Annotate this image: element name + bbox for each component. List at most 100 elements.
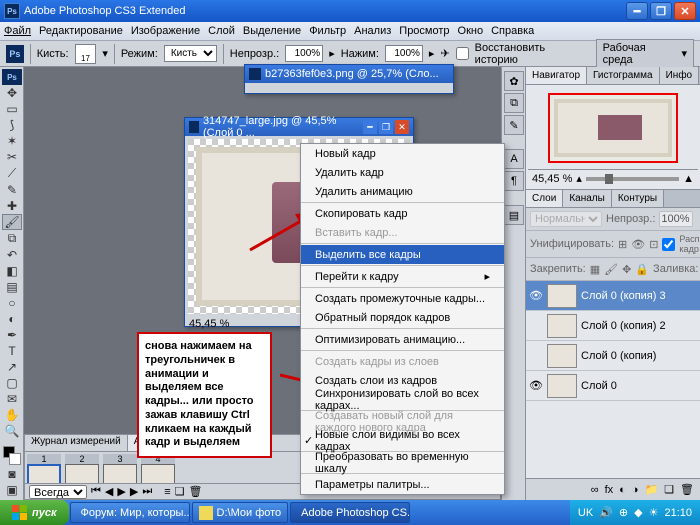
menu-help[interactable]: Справка [491,25,534,37]
pen-tool[interactable]: ✒ [2,327,22,343]
opacity-input[interactable] [285,45,323,62]
ctx-item[interactable]: Синхронизировать слой во всех кадрах... [301,390,504,409]
layer-style-icon[interactable]: fx [605,484,614,496]
clone-source-icon[interactable]: ⧉ [504,93,524,113]
zoom-tool[interactable]: 🔍 [2,423,22,439]
eyedropper-tool[interactable]: ✎ [2,182,22,198]
menu-file[interactable]: Файл [4,25,31,37]
brush-preview[interactable]: 17 [75,44,97,64]
crop-tool[interactable]: ✂ [2,149,22,165]
doc-maximize-icon[interactable]: ❐ [379,120,393,134]
new-layer-icon[interactable]: ❏ [664,483,674,496]
path-tool[interactable]: ↗ [2,359,22,375]
ctx-item[interactable]: Скопировать кадр [301,204,504,223]
tray-icon[interactable]: ⊕ [619,506,628,519]
next-frame-icon[interactable]: ▶ [130,485,138,498]
layer-comps-icon[interactable]: ▤ [504,205,524,225]
doc-close-icon[interactable]: ✕ [395,120,409,134]
lock-all-icon[interactable]: 🔒 [635,263,649,276]
menu-analysis[interactable]: Анализ [354,25,391,37]
start-button[interactable]: пуск [0,500,69,525]
layer-row[interactable]: 👁Слой 0 [526,371,700,401]
lock-paint-icon[interactable]: 🖌 [604,263,618,276]
type-tool[interactable]: T [2,343,22,359]
propagate-checkbox[interactable] [662,238,675,251]
ctx-item[interactable]: Параметры палитры... [301,475,504,494]
tab-paths[interactable]: Контуры [612,190,664,207]
stamp-tool[interactable]: ⧉ [2,230,22,247]
ctx-item[interactable]: ✓Новые слои видимы во всех кадрах [301,431,504,450]
gradient-tool[interactable]: ▤ [2,279,22,295]
document-window-1[interactable]: b27363fef0e3.png @ 25,7% (Сло... [244,64,454,94]
move-tool[interactable]: ✥ [2,85,22,101]
menu-filter[interactable]: Фильтр [309,25,346,37]
taskbar-button[interactable]: Adobe Photoshop CS... [290,502,410,523]
dodge-tool[interactable]: ◐ [2,311,22,327]
tab-info[interactable]: Инфо [660,67,700,84]
play-icon[interactable]: ▶ [117,485,125,498]
last-frame-icon[interactable]: ⏭ [142,485,152,498]
visibility-icon[interactable]: 👁 [529,379,543,392]
animation-frame[interactable]: 10 сек. ▾ [27,454,61,483]
wand-tool[interactable]: ✶ [2,133,22,149]
tab-navigator[interactable]: Навигатор [526,67,587,84]
brush-tool[interactable]: 🖌 [2,214,22,230]
restore-history-checkbox[interactable] [456,45,469,62]
blur-tool[interactable]: ○ [2,295,22,311]
doc-minimize-icon[interactable]: ━ [363,120,377,134]
ctx-item[interactable]: Обратный порядок кадров [301,308,504,327]
tab-histogram[interactable]: Гистограмма [587,67,660,84]
eraser-tool[interactable]: ◧ [2,263,22,279]
maximize-button[interactable]: ❐ [650,2,672,20]
delete-layer-icon[interactable]: 🗑 [680,483,694,496]
shape-tool[interactable]: ▢ [2,375,22,391]
unify-vis-icon[interactable]: 👁 [631,238,645,251]
menu-image[interactable]: Изображение [131,25,200,37]
tray-icon[interactable]: ◆ [634,506,642,519]
prev-frame-icon[interactable]: ◀ [105,485,113,498]
visibility-icon[interactable]: 👁 [529,289,543,302]
taskbar-button[interactable]: Форум: Мир, которы... [70,502,190,523]
animation-frame[interactable]: 40 сек. ▾ [141,454,175,483]
history-brush-tool[interactable]: ↶ [2,247,22,263]
lasso-tool[interactable]: ⟆ [2,117,22,133]
first-frame-icon[interactable]: ⏮ [91,485,101,498]
healing-tool[interactable]: ✚ [2,198,22,214]
tray-icon[interactable]: ☀ [649,506,659,519]
unify-pos-icon[interactable]: ⊞ [618,238,627,251]
navigator-preview[interactable] [548,93,678,163]
chevron-right-icon[interactable]: ▸ [429,47,435,60]
taskbar-button[interactable]: D:\Мои фото [192,502,289,523]
delete-frame-icon[interactable]: 🗑 [189,485,203,498]
brushes-panel-icon[interactable]: ✿ [504,71,524,91]
ctx-item[interactable]: Выделить все кадры [301,245,504,264]
layer-row[interactable]: Слой 0 (копия) 2 [526,311,700,341]
adjustment-layer-icon[interactable]: ◑ [632,484,639,496]
flow-input[interactable] [385,45,423,62]
lock-trans-icon[interactable]: ▦ [590,263,600,276]
menu-layer[interactable]: Слой [208,25,235,37]
blend-mode-select[interactable]: Нормальный [530,211,602,227]
menu-edit[interactable]: Редактирование [39,25,123,37]
menu-view[interactable]: Просмотр [399,25,449,37]
animation-frame[interactable]: 30 сек. ▾ [103,454,137,483]
ctx-item[interactable]: Новый кадр [301,144,504,163]
unify-style-icon[interactable]: ⊡ [649,238,658,251]
layer-opacity-input[interactable] [659,211,693,227]
notes-tool[interactable]: ✉ [2,391,22,407]
layer-mask-icon[interactable]: ◐ [619,484,626,496]
slice-tool[interactable]: ⟋ [2,165,22,182]
menu-select[interactable]: Выделение [243,25,301,37]
screenmode-toggle[interactable]: ▣ [2,482,22,498]
layer-row[interactable]: 👁Слой 0 (копия) 3 [526,281,700,311]
character-panel-icon[interactable]: A [504,149,524,169]
lock-move-icon[interactable]: ✥ [622,263,631,276]
close-button[interactable]: ✕ [674,2,696,20]
ctx-item[interactable]: Перейти к кадру▸ [301,267,504,286]
paragraph-panel-icon[interactable]: ¶ [504,171,524,191]
menu-window[interactable]: Окно [458,25,484,37]
link-layers-icon[interactable]: ∞ [591,484,599,496]
chevron-down-icon[interactable]: ▾ [102,47,108,60]
animation-frame[interactable]: 20 сек. ▾ [65,454,99,483]
ctx-item[interactable]: Преобразовать во временную шкалу [301,453,504,472]
